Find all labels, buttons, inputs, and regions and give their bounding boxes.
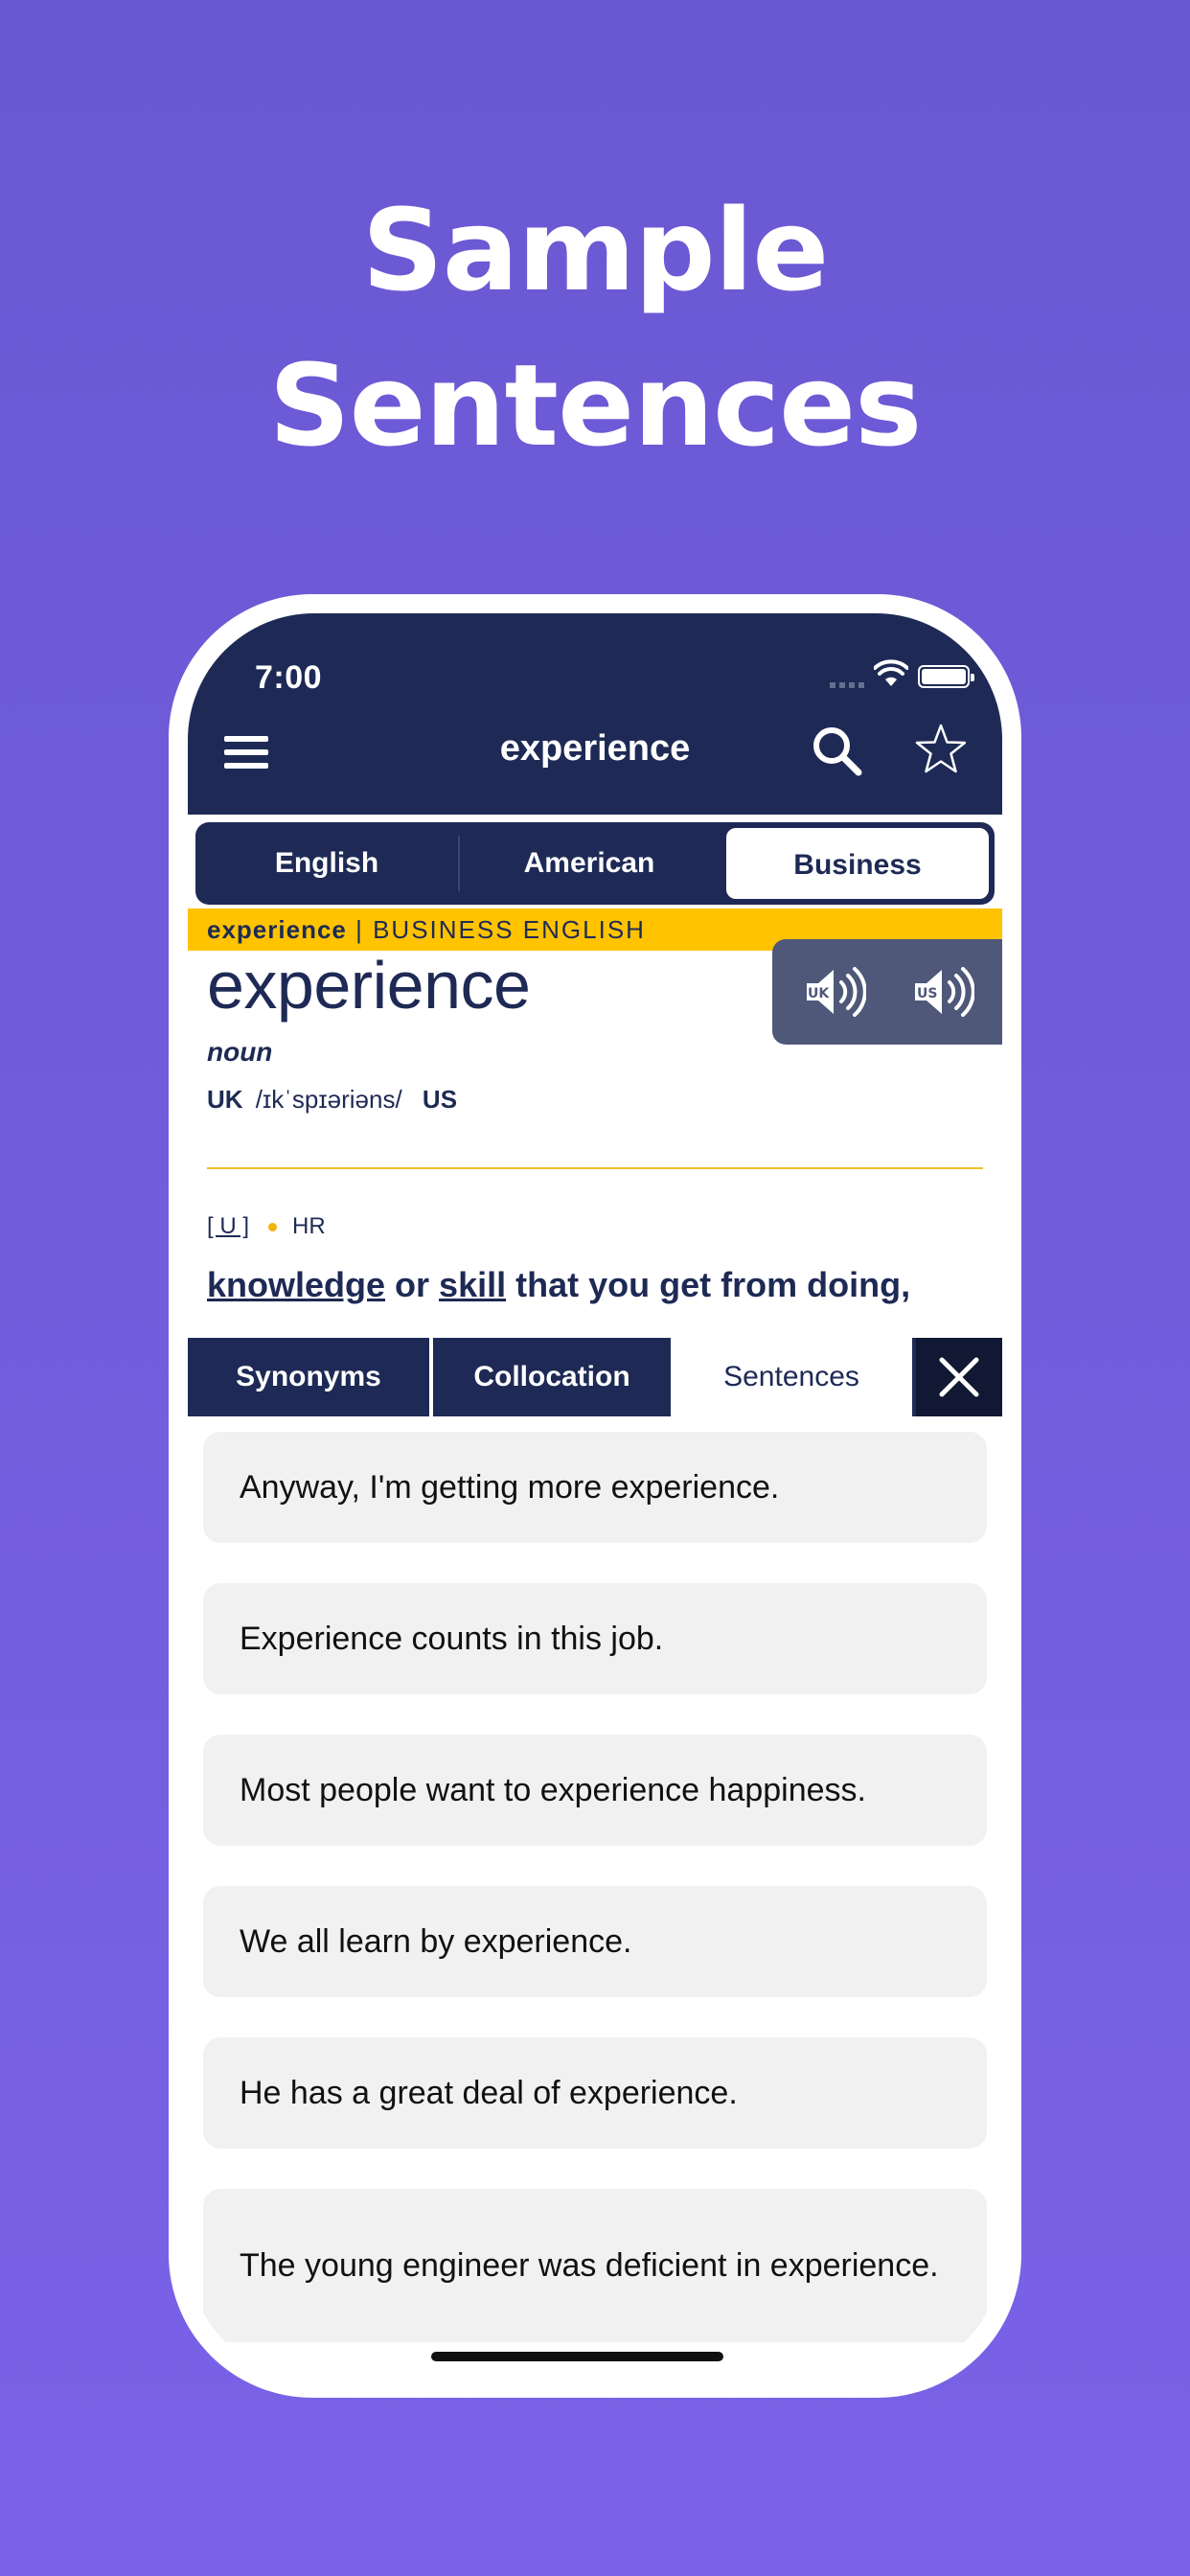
uk-ipa: /ɪkˈspɪəriəns/ xyxy=(255,1085,402,1114)
definition-rest: that you get from doing, xyxy=(506,1265,911,1304)
tab-business[interactable]: Business xyxy=(724,826,991,901)
tab-sentences[interactable]: Sentences xyxy=(671,1338,912,1416)
definition-link-knowledge[interactable]: knowledge xyxy=(207,1265,385,1304)
sentence-item[interactable]: We all learn by experience. xyxy=(203,1886,987,1997)
grammar-info: [ U ] HR xyxy=(207,1213,326,1240)
definition-link-skill[interactable]: skill xyxy=(439,1265,506,1304)
wifi-icon xyxy=(874,659,908,686)
grammar-code[interactable]: [ U ] xyxy=(207,1213,249,1240)
home-indicator xyxy=(431,2352,723,2361)
headline: Sample Sentences xyxy=(0,172,1190,483)
banner-word: experience xyxy=(207,915,347,944)
us-label: US xyxy=(422,1085,458,1114)
audio-panel: UK US xyxy=(772,939,1002,1045)
status-time: 7:00 xyxy=(255,659,323,696)
sentence-item[interactable]: The young engineer was deficient in expe… xyxy=(203,2189,987,2342)
divider xyxy=(207,1167,983,1169)
part-of-speech: noun xyxy=(207,1037,273,1067)
sentence-item[interactable]: He has a great deal of experience. xyxy=(203,2037,987,2149)
us-speaker-label: US xyxy=(917,986,937,1001)
headword: experience xyxy=(207,948,531,1023)
signal-icon xyxy=(830,682,864,688)
pronunciation: UK /ɪkˈspɪəriəns/ US xyxy=(207,1085,457,1115)
uk-speaker-label: UK xyxy=(808,986,830,1001)
star-icon[interactable] xyxy=(914,723,968,776)
uk-speaker-icon[interactable]: UK xyxy=(803,964,866,1020)
sentence-list: Anyway, I'm getting more experience. Exp… xyxy=(203,1432,987,2379)
banner-section: BUSINESS ENGLISH xyxy=(373,915,646,944)
tab-synonyms[interactable]: Synonyms xyxy=(188,1338,429,1416)
bullet-icon xyxy=(268,1222,278,1231)
sentence-item[interactable]: Most people want to experience happiness… xyxy=(203,1735,987,1846)
phone-screen: 7:00 experience English American Busines… xyxy=(188,613,1002,2379)
uk-label: UK xyxy=(207,1085,243,1114)
us-speaker-icon[interactable]: US xyxy=(911,964,974,1020)
domain-label: HR xyxy=(292,1213,326,1239)
tab-american[interactable]: American xyxy=(458,822,721,905)
bottom-tabs: Synonyms Collocation Sentences xyxy=(188,1338,1002,1416)
close-button[interactable] xyxy=(916,1338,1002,1416)
banner-separator: | xyxy=(346,915,374,944)
battery-icon xyxy=(918,665,974,688)
close-icon xyxy=(939,1357,979,1397)
top-bar: 7:00 experience xyxy=(188,613,1002,815)
definition: knowledge or skill that you get from doi… xyxy=(207,1265,993,1305)
dictionary-selector: English American Business xyxy=(195,822,995,905)
headline-line-2: Sentences xyxy=(268,339,923,472)
headline-line-1: Sample xyxy=(361,184,830,316)
menu-icon[interactable] xyxy=(224,736,268,769)
tab-english[interactable]: English xyxy=(195,822,458,905)
search-icon[interactable] xyxy=(811,724,862,776)
nav-title: experience xyxy=(499,728,691,769)
sentence-item[interactable]: Experience counts in this job. xyxy=(203,1583,987,1694)
definition-or: or xyxy=(385,1265,440,1304)
tab-collocation[interactable]: Collocation xyxy=(429,1338,671,1416)
phone-frame: 7:00 experience English American Busines… xyxy=(169,594,1021,2398)
sentence-item[interactable]: Anyway, I'm getting more experience. xyxy=(203,1432,987,1543)
